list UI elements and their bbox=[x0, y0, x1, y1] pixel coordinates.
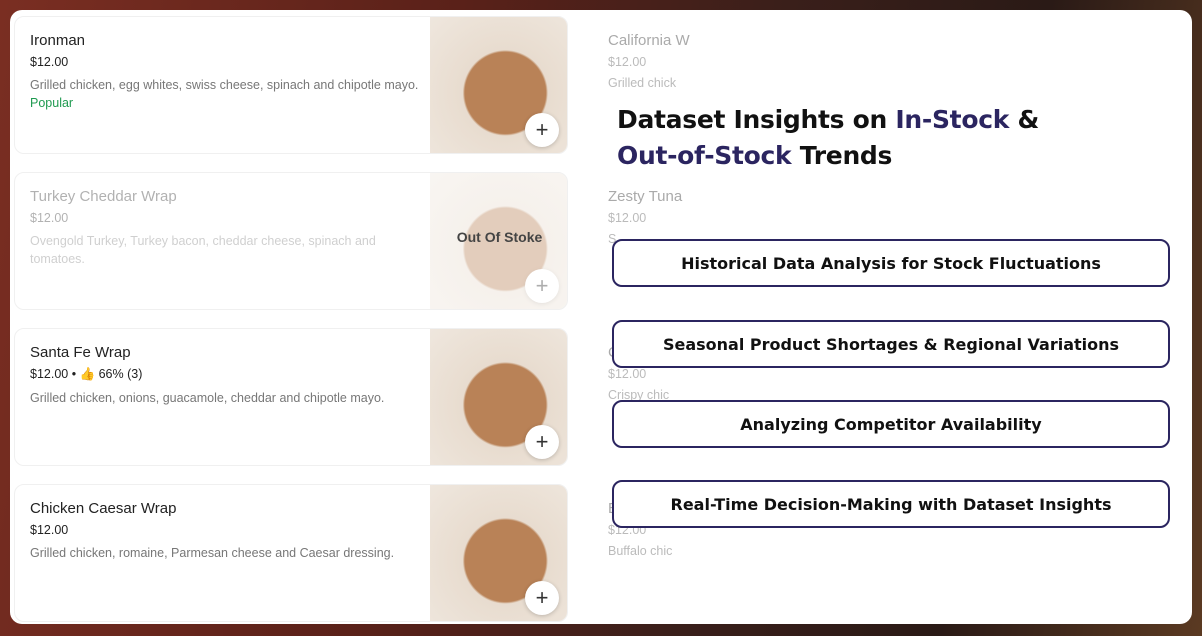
add-button[interactable]: + bbox=[525, 425, 559, 459]
insight-box: Historical Data Analysis for Stock Fluct… bbox=[612, 239, 1170, 287]
add-button[interactable]: + bbox=[525, 269, 559, 303]
title-highlight: Out-of-Stock bbox=[617, 141, 792, 170]
item-image: + bbox=[430, 17, 567, 153]
item-name: Chicken Caesar Wrap bbox=[30, 500, 177, 517]
title-text: Dataset Insights on bbox=[617, 105, 896, 134]
item-price: $12.00 bbox=[608, 211, 647, 225]
add-button[interactable]: + bbox=[525, 581, 559, 615]
item-description: Grilled chick bbox=[608, 76, 677, 90]
add-button[interactable]: + bbox=[525, 113, 559, 147]
menu-item-ironman[interactable]: Ironman $12.00 Grilled chicken, egg whit… bbox=[14, 16, 568, 154]
item-description: Grilled chicken, romaine, Parmesan chees… bbox=[30, 546, 395, 560]
menu-item-chicken-caesar-wrap[interactable]: Chicken Caesar Wrap $12.00 Grilled chick… bbox=[14, 484, 568, 622]
item-name: Zesty Tuna bbox=[608, 188, 683, 205]
item-name: Santa Fe Wrap bbox=[30, 344, 131, 361]
page-title: Dataset Insights on In-Stock & Out-of-St… bbox=[617, 102, 1039, 174]
menu-item-santa-fe-wrap[interactable]: Santa Fe Wrap $12.00 • 👍 66% (3) Grilled… bbox=[14, 328, 568, 466]
popular-badge: Popular bbox=[30, 96, 74, 110]
insight-box: Real-Time Decision-Making with Dataset I… bbox=[612, 480, 1170, 528]
title-text: & bbox=[1009, 105, 1039, 134]
insight-box: Seasonal Product Shortages & Regional Va… bbox=[612, 320, 1170, 368]
item-price: $12.00 bbox=[608, 55, 647, 69]
item-price: $12.00 bbox=[30, 523, 69, 537]
item-name: California W bbox=[608, 32, 690, 49]
title-text: Trends bbox=[791, 141, 893, 170]
out-of-stock-label: Out Of Stoke bbox=[456, 229, 543, 245]
item-name: Ironman bbox=[30, 32, 86, 49]
item-description: Grilled chicken, onions, guacamole, ched… bbox=[30, 391, 385, 405]
right-menu-item: California W $12.00 Grilled chick bbox=[608, 32, 708, 90]
item-price: $12.00 • 👍 66% (3) bbox=[30, 367, 143, 381]
menu-panel: Ironman $12.00 Grilled chicken, egg whit… bbox=[10, 10, 1192, 624]
item-price: $12.00 bbox=[30, 55, 69, 69]
title-highlight: In-Stock bbox=[895, 105, 1010, 134]
item-description: Buffalo chic bbox=[608, 544, 673, 558]
menu-item-turkey-cheddar-wrap[interactable]: Turkey Cheddar Wrap $12.00 Ovengold Turk… bbox=[14, 172, 568, 310]
item-description: Grilled chicken, egg whites, swiss chees… bbox=[30, 78, 419, 92]
right-menu-item: Zesty Tuna $12.00 S bbox=[608, 188, 708, 246]
item-image: + bbox=[430, 329, 567, 465]
item-name: Turkey Cheddar Wrap bbox=[30, 188, 177, 205]
item-image: + bbox=[430, 485, 567, 621]
item-price: $12.00 bbox=[608, 367, 647, 381]
insight-box: Analyzing Competitor Availability bbox=[612, 400, 1170, 448]
item-description: Ovengold Turkey, Turkey bacon, cheddar c… bbox=[30, 234, 376, 266]
item-price: $12.00 bbox=[30, 211, 69, 225]
